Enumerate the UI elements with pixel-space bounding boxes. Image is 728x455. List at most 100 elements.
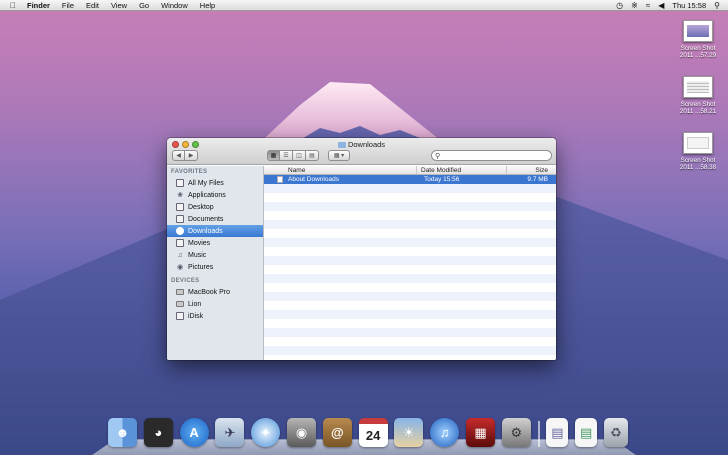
all-files-icon [176,179,184,187]
documents-icon [176,215,184,223]
menu-clock[interactable]: Thu 15:58 [672,1,706,10]
desktop-icon-label: 2011 ...57.29 [679,52,717,59]
toolbar: ◀ ▶ ▦ ☰ ◫ ▤ ▦ ▾ ⚲ [171,150,552,162]
dock: ☻ ◕ A ✈ ✦ ◉ @ 24 ☀ ♫ ▦ ⚙ ▤ ▤ ♻ [108,418,628,447]
window-titlebar[interactable]: Downloads ◀ ▶ ▦ ☰ ◫ ▤ ▦ ▾ ⚲ [167,138,556,165]
sidebar-item-label: Documents [188,215,224,223]
file-name: About Downloads [288,176,339,183]
facetime-icon[interactable]: ◉ [286,418,316,447]
time-machine-icon[interactable]: ◷ [616,1,623,10]
desktop-icon-label: 2011 ...58.21 [679,108,717,115]
menu-help[interactable]: Help [200,1,215,10]
sidebar-header-favorites: FAVORITES [171,169,208,175]
forward-button[interactable]: ▶ [185,150,198,161]
table-row[interactable]: About Downloads Today 15:56 9.7 MB [264,175,556,184]
menu-edit[interactable]: Edit [86,1,99,10]
search-field[interactable]: ⚲ [431,150,552,161]
coverflow-view-button[interactable]: ▤ [306,150,319,161]
safari-icon[interactable]: ✦ [251,418,281,447]
wifi-icon[interactable]: ≈ [646,1,650,10]
sidebar-item-label: Lion [188,300,202,308]
menu-view[interactable]: View [111,1,127,10]
desktop-icon-label: Screen Shot [680,157,716,164]
column-header-date[interactable]: Date Modified [417,166,507,174]
desktop-icon [176,203,184,211]
spotlight-icon[interactable]: ⚲ [714,1,720,10]
sidebar-item-label: iDisk [188,312,204,320]
dashboard-icon[interactable]: ◕ [143,418,173,447]
window-title: Downloads [167,140,556,149]
desktop-icon-screenshot-2[interactable]: Screen Shot 2011 ...58.21 [673,76,723,115]
column-header-name[interactable]: Name [264,166,417,174]
file-size: 9.7 MB [527,176,548,183]
sidebar-item-label: Desktop [188,203,214,211]
applications-icon: ❀ [177,192,183,199]
sidebar-item-label: Movies [188,239,211,247]
sidebar-item-applications[interactable]: ❀ Applications [167,189,263,201]
itunes-icon[interactable]: ♫ [430,418,460,447]
desktop-icon-label: 2011 ...58.38 [679,164,717,171]
search-icon: ⚲ [435,152,441,160]
search-input[interactable] [442,152,543,159]
file-date: Today 15:56 [424,176,460,183]
sidebar-item-desktop[interactable]: Desktop [167,201,263,213]
desktop-icon-screenshot-1[interactable]: Screen Shot 2011 ...57.29 [673,20,723,59]
sidebar-item-label: Pictures [188,263,214,271]
sidebar: FAVORITES All My Files ❀ Applications De… [167,166,264,360]
list-header: Name Date Modified Size [264,166,556,175]
sidebar-item-idisk[interactable]: iDisk [167,310,263,322]
column-view-button[interactable]: ◫ [293,150,306,161]
music-icon: ♫ [177,251,183,259]
sidebar-item-pictures[interactable]: ◉ Pictures [167,261,263,273]
icon-view-button[interactable]: ▦ [267,150,280,161]
movies-icon [176,239,184,247]
arrange-button[interactable]: ▦ ▾ [328,150,350,161]
menu-go[interactable]: Go [139,1,149,10]
list-view-button[interactable]: ☰ [280,150,293,161]
finder-icon[interactable]: ☻ [108,418,137,447]
sidebar-item-movies[interactable]: Movies [167,237,263,249]
sidebar-item-macbook-pro[interactable]: MacBook Pro [167,286,263,298]
address-book-icon[interactable]: @ [322,418,352,447]
sidebar-item-label: All My Files [188,179,224,187]
sidebar-item-music[interactable]: ♫ Music [167,249,263,261]
dock-separator [537,421,540,447]
mail-icon[interactable]: ✈ [215,418,245,447]
sidebar-header-devices: DEVICES [171,278,200,284]
menu-window[interactable]: Window [161,1,188,10]
app-store-icon[interactable]: A [179,418,209,447]
photo-booth-icon[interactable]: ▦ [465,418,495,447]
iphoto-icon[interactable]: ☀ [394,418,424,447]
sidebar-item-lion[interactable]: Lion [167,298,263,310]
trash-icon[interactable]: ♻ [603,418,628,447]
column-header-size[interactable]: Size [507,166,556,174]
back-button[interactable]: ◀ [172,150,185,161]
sidebar-item-all-my-files[interactable]: All My Files [167,177,263,189]
menu-bar:  Finder File Edit View Go Window Help ◷… [0,0,728,11]
view-buttons: ▦ ☰ ◫ ▤ [267,150,319,161]
sidebar-item-downloads[interactable]: ↓ Downloads [167,225,263,237]
menu-finder[interactable]: Finder [27,1,50,10]
document-icon [277,176,283,183]
window-title-text: Downloads [347,140,386,149]
ical-icon[interactable]: 24 [358,418,388,447]
sidebar-item-documents[interactable]: Documents [167,213,263,225]
sidebar-item-label: Music [188,251,207,259]
system-preferences-icon[interactable]: ⚙ [501,418,531,447]
document-icon[interactable]: ▤ [575,418,598,447]
idisk-icon [176,312,184,320]
desktop-icon-screenshot-3[interactable]: Screen Shot 2011 ...58.38 [673,132,723,171]
laptop-icon [176,289,184,295]
desktop-icon-label: Screen Shot [680,101,716,108]
sidebar-item-label: Downloads [188,227,223,235]
disk-icon [176,301,184,307]
menu-file[interactable]: File [62,1,74,10]
volume-icon[interactable]: ◀ [658,1,664,10]
desktop-icon-label: Screen Shot [680,45,716,52]
document-icon[interactable]: ▤ [546,418,569,447]
sidebar-item-label: Applications [188,191,226,199]
camera-icon: ◉ [176,264,184,271]
screenshot-thumbnail-icon [683,20,713,42]
bluetooth-icon[interactable]: ※ [631,1,638,10]
apple-icon[interactable]:  [8,1,18,10]
